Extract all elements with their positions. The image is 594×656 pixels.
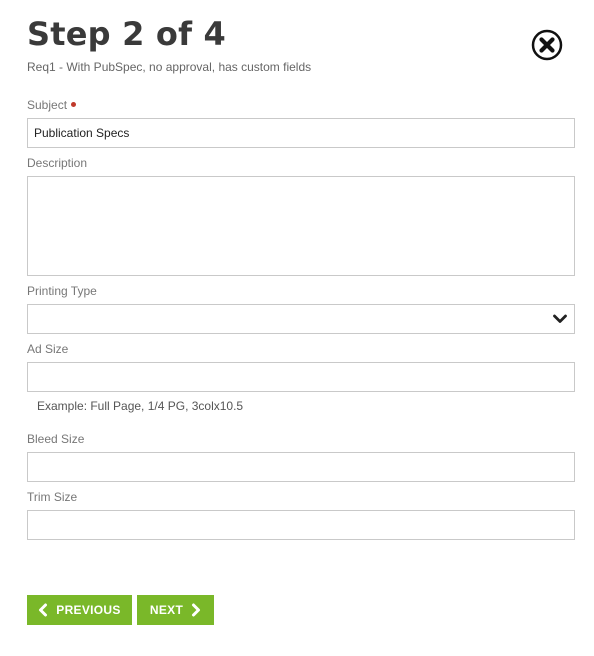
- subject-label-text: Subject: [27, 98, 68, 112]
- next-button-label: NEXT: [149, 603, 184, 617]
- subject-input[interactable]: [27, 118, 575, 148]
- subject-label: Subject: [27, 97, 77, 113]
- required-indicator: [71, 102, 77, 108]
- next-button[interactable]: NEXT: [137, 595, 214, 625]
- close-button[interactable]: [531, 29, 563, 61]
- page-title: Step 2 of 4: [27, 15, 227, 53]
- ad-size-label: Ad Size: [27, 342, 69, 356]
- bleed-size-input[interactable]: [27, 452, 575, 482]
- description-textarea[interactable]: [27, 176, 575, 276]
- description-label: Description: [27, 156, 88, 170]
- chevron-right-icon: [192, 603, 201, 617]
- ad-size-input[interactable]: [27, 362, 575, 392]
- previous-button[interactable]: PREVIOUS: [27, 595, 132, 625]
- chevron-left-icon: [39, 603, 48, 617]
- printing-type-select[interactable]: [27, 304, 575, 334]
- previous-button-label: PREVIOUS: [56, 603, 121, 617]
- trim-size-label: Trim Size: [27, 490, 78, 504]
- page-subtitle: Req1 - With PubSpec, no approval, has cu…: [27, 60, 312, 74]
- close-circle-icon: [531, 29, 563, 61]
- chevron-down-icon: [553, 314, 567, 323]
- printing-type-label: Printing Type: [27, 284, 97, 298]
- bleed-size-label: Bleed Size: [27, 432, 85, 446]
- trim-size-input[interactable]: [27, 510, 575, 540]
- ad-size-hint: Example: Full Page, 1/4 PG, 3colx10.5: [37, 399, 244, 413]
